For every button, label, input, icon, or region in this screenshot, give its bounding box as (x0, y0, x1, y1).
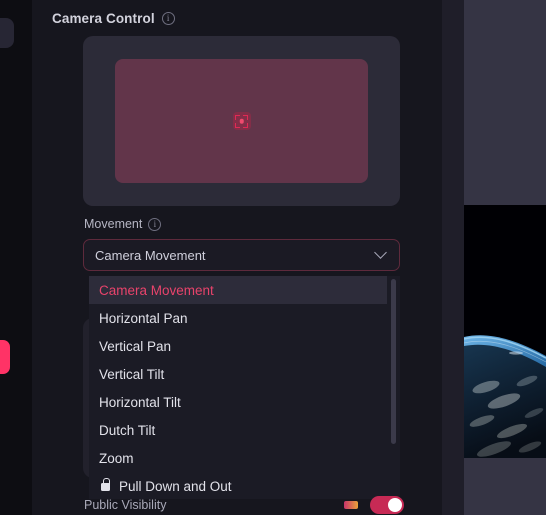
public-visibility-toggle[interactable] (370, 496, 404, 514)
dropdown-option-label: Dutch Tilt (99, 422, 156, 438)
focus-target-icon (232, 112, 251, 130)
camera-control-header: Camera Control i (52, 11, 175, 26)
left-rail (0, 0, 32, 515)
preview-pane (464, 0, 546, 515)
movement-select[interactable]: Camera Movement (83, 239, 400, 271)
camera-preview-frame[interactable] (115, 59, 368, 183)
page-title: Camera Control (52, 11, 155, 26)
dropdown-option-label: Zoom (99, 450, 134, 466)
camera-preview[interactable] (83, 36, 400, 206)
dropdown-option-horizontal-pan[interactable]: Horizontal Pan (89, 304, 400, 332)
lock-icon (101, 478, 110, 491)
dropdown-option-vertical-tilt[interactable]: Vertical Tilt (89, 360, 400, 388)
dropdown-option-horizontal-tilt[interactable]: Horizontal Tilt (89, 388, 400, 416)
dropdown-option-label: Horizontal Tilt (99, 394, 181, 410)
public-visibility-row: Public Visibility (84, 495, 404, 515)
toggle-knob (388, 498, 402, 512)
movement-label-row: Movement i (84, 217, 162, 231)
dropdown-option-label: Pull Down and Out (119, 478, 232, 494)
dropdown-option-zoom[interactable]: Zoom (89, 444, 400, 472)
info-icon[interactable]: i (148, 217, 162, 231)
dropdown-option-vertical-pan[interactable]: Vertical Pan (89, 332, 400, 360)
chevron-down-icon[interactable] (374, 245, 387, 259)
dropdown-scrollbar[interactable] (391, 277, 398, 498)
earth-from-space-thumbnail[interactable] (464, 205, 546, 458)
dropdown-option-label: Camera Movement (99, 282, 214, 298)
dropdown-option-dutch-tilt[interactable]: Dutch Tilt (89, 416, 400, 444)
movement-dropdown[interactable]: Camera Movement Horizontal Pan Vertical … (89, 276, 400, 499)
dropdown-option-label: Vertical Pan (99, 338, 172, 354)
panel-gutter (442, 0, 464, 515)
dropdown-option-camera-movement[interactable]: Camera Movement (89, 276, 387, 304)
plan-badge (344, 501, 358, 509)
settings-panel-inner: Camera Control i Movement i Camera Movem… (32, 0, 412, 515)
movement-label: Movement (84, 217, 143, 231)
dropdown-option-label: Horizontal Pan (99, 310, 188, 326)
collapsed-nav-chip[interactable] (0, 18, 14, 48)
dropdown-scrollbar-thumb[interactable] (391, 279, 396, 444)
app-root: Camera Control i Movement i Camera Movem… (0, 0, 546, 515)
dropdown-option-label: Vertical Tilt (99, 366, 165, 382)
active-tool-chip[interactable] (0, 340, 10, 374)
settings-panel: Camera Control i Movement i Camera Movem… (32, 0, 442, 515)
movement-select-value: Camera Movement (95, 247, 206, 263)
public-visibility-label: Public Visibility (84, 498, 167, 512)
info-icon[interactable]: i (161, 12, 175, 25)
